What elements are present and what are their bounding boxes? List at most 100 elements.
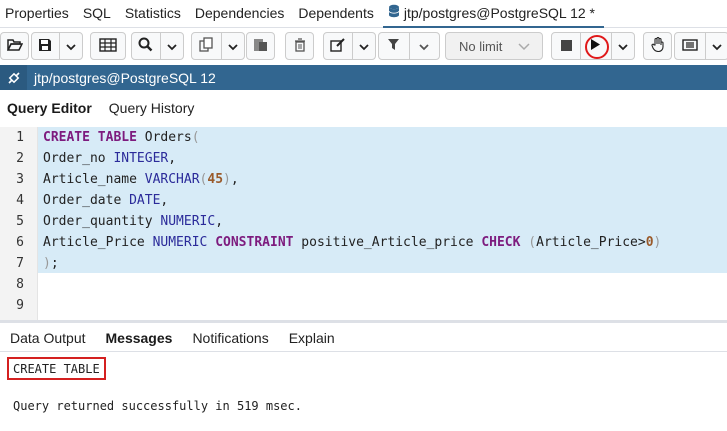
code-token: positive_Article_price xyxy=(293,235,482,250)
tab-dependents[interactable]: Dependents xyxy=(293,0,383,28)
edit-data-button[interactable] xyxy=(90,32,126,60)
open-file-button[interactable] xyxy=(0,32,29,60)
code-token: Order_no xyxy=(43,151,114,166)
panel-splitter[interactable] xyxy=(0,320,727,323)
code-token: ( xyxy=(191,130,200,145)
code-token: NUMERIC xyxy=(160,214,216,229)
code-token: Article_Price xyxy=(43,235,153,250)
code-token: , xyxy=(230,172,239,187)
connection-bar[interactable]: jtp/postgres@PostgreSQL 12 xyxy=(0,65,727,90)
row-limit-select[interactable]: No limit xyxy=(445,32,543,60)
code-line: CREATE TABLE Orders( xyxy=(43,127,200,148)
tab-query-history[interactable]: Query History xyxy=(102,93,205,123)
tab-query-editor[interactable]: Query Editor xyxy=(0,93,102,123)
macros-button[interactable] xyxy=(675,33,706,59)
line-number: 6 xyxy=(16,235,24,250)
save-dropdown-button[interactable] xyxy=(60,33,82,59)
panel-tabs: Properties SQL Statistics Dependencies D… xyxy=(0,0,727,28)
chevron-down-icon xyxy=(618,38,628,54)
database-icon xyxy=(388,0,400,26)
edit-icon xyxy=(330,37,346,55)
row-limit-value: No limit xyxy=(459,38,503,54)
hand-icon xyxy=(650,36,665,55)
code-token: VARCHAR xyxy=(144,172,200,187)
macros-dropdown-button[interactable] xyxy=(706,33,727,59)
find-dropdown-button[interactable] xyxy=(161,33,183,59)
code-token: Article_name xyxy=(43,172,145,187)
line-number: 2 xyxy=(16,151,24,166)
chevron-down-icon xyxy=(419,38,430,54)
paste-button[interactable] xyxy=(246,32,275,60)
code-token: INTEGER xyxy=(113,151,169,166)
code-line: ); xyxy=(43,253,59,274)
macros-button-group xyxy=(674,32,727,60)
execute-button-group xyxy=(551,32,635,60)
code-token: ( xyxy=(528,235,537,250)
code-token: CHECK xyxy=(481,235,521,250)
result-message: CREATE TABLE xyxy=(13,361,100,376)
code-token: CONSTRAINT xyxy=(215,235,294,250)
result-message-box: CREATE TABLE xyxy=(7,357,106,380)
line-number: 7 xyxy=(16,256,24,271)
open-file-icon xyxy=(6,38,23,55)
sql-editor[interactable]: 123456789 CREATE TABLE Orders(Order_no I… xyxy=(0,127,727,321)
tab-dependencies[interactable]: Dependencies xyxy=(190,0,294,28)
chevron-down-icon xyxy=(359,38,369,54)
tab-data-output[interactable]: Data Output xyxy=(0,325,96,351)
find-button[interactable] xyxy=(132,33,161,59)
tab-statistics[interactable]: Statistics xyxy=(120,0,190,28)
code-token: , xyxy=(168,151,177,166)
edit-button[interactable] xyxy=(324,33,353,59)
grid-icon xyxy=(99,37,117,55)
line-number: 4 xyxy=(16,193,24,208)
line-number-gutter: 1 2 3 4 5 6 7 8 9 xyxy=(0,127,38,321)
tab-query-tool-label: jtp/postgres@PostgreSQL 12 * xyxy=(403,4,596,21)
tab-query-tool[interactable]: jtp/postgres@PostgreSQL 12 * xyxy=(382,0,605,28)
copy-button[interactable] xyxy=(192,33,222,59)
filter-dropdown-button[interactable] xyxy=(410,33,439,59)
filter-button[interactable] xyxy=(379,33,410,59)
editor-tabs: Query Editor Query History xyxy=(0,91,727,124)
code-token: DATE xyxy=(129,193,161,208)
line-number: 9 xyxy=(16,298,24,313)
code-token: ) xyxy=(223,172,231,187)
code-token: Orders xyxy=(136,130,192,145)
save-button[interactable] xyxy=(32,33,60,59)
code-token: ; xyxy=(50,256,59,271)
play-icon xyxy=(590,38,601,54)
tab-messages[interactable]: Messages xyxy=(96,325,183,351)
execute-dropdown-button[interactable] xyxy=(612,33,634,59)
commit-button[interactable] xyxy=(643,32,672,60)
copy-dropdown-button[interactable] xyxy=(222,33,244,59)
tab-sql[interactable]: SQL xyxy=(78,0,120,28)
chevron-down-icon xyxy=(167,38,177,54)
tab-explain[interactable]: Explain xyxy=(279,325,345,351)
line-number: 8 xyxy=(16,277,24,292)
stop-icon xyxy=(560,38,572,54)
code-line: Order_quantity NUMERIC, xyxy=(43,211,223,232)
code-token: NUMERIC xyxy=(152,235,208,250)
code-token: , xyxy=(215,214,224,229)
code-line: Article_name VARCHAR(45), xyxy=(43,169,239,190)
code-token: ) xyxy=(43,256,51,271)
code-token: CREATE TABLE xyxy=(43,130,137,145)
macro-icon xyxy=(682,38,698,54)
code-line: Order_no INTEGER, xyxy=(43,148,176,169)
line-number: 1 xyxy=(16,130,24,145)
filter-icon xyxy=(387,38,400,54)
connection-label: jtp/postgres@PostgreSQL 12 xyxy=(34,69,216,86)
chevron-down-icon xyxy=(228,38,238,54)
find-button-group xyxy=(131,32,184,60)
edit-dropdown-button[interactable] xyxy=(353,33,375,59)
stop-button[interactable] xyxy=(552,33,582,59)
tab-properties[interactable]: Properties xyxy=(0,0,78,28)
code-line: Order_date DATE, xyxy=(43,190,168,211)
delete-button[interactable] xyxy=(285,32,314,60)
tab-notifications[interactable]: Notifications xyxy=(182,325,278,351)
execute-button[interactable] xyxy=(581,33,612,59)
save-icon xyxy=(38,38,52,55)
query-toolbar: No limit xyxy=(0,30,727,63)
line-number: 5 xyxy=(16,214,24,229)
code-token: Order_quantity xyxy=(43,214,161,229)
edit-button-group xyxy=(323,32,376,60)
